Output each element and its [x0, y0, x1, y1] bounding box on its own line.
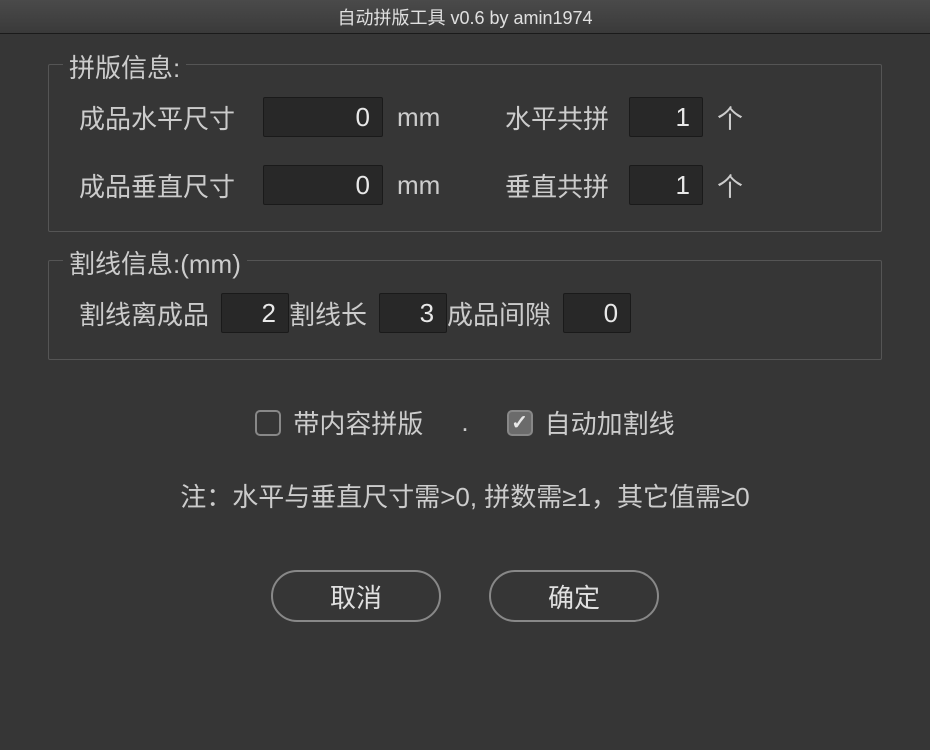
button-row: 取消 确定 — [48, 570, 882, 622]
cut-length-label: 割线长 — [289, 295, 367, 332]
dialog-content: 拼版信息: 成品水平尺寸 mm 水平共拼 个 成品垂直尺寸 mm 垂直共拼 个 … — [0, 34, 930, 662]
horizontal-size-row: 成品水平尺寸 mm 水平共拼 个 — [79, 97, 851, 137]
ok-button[interactable]: 确定 — [489, 570, 659, 622]
vertical-count-label: 垂直共拼 — [505, 167, 609, 204]
imposition-fieldset: 拼版信息: 成品水平尺寸 mm 水平共拼 个 成品垂直尺寸 mm 垂直共拼 个 — [48, 64, 882, 232]
cut-offset-label: 割线离成品 — [79, 295, 209, 332]
horizontal-size-unit: mm — [397, 102, 467, 133]
horizontal-count-label: 水平共拼 — [505, 99, 609, 136]
window-titlebar: 自动拼版工具 v0.6 by amin1974 — [0, 0, 930, 34]
cancel-button[interactable]: 取消 — [271, 570, 441, 622]
with-content-label: 带内容拼版 — [293, 404, 423, 441]
cutline-legend: 割线信息:(mm) — [63, 244, 247, 281]
vertical-count-unit: 个 — [717, 167, 743, 204]
horizontal-size-label: 成品水平尺寸 — [79, 99, 253, 136]
vertical-size-row: 成品垂直尺寸 mm 垂直共拼 个 — [79, 165, 851, 205]
auto-cutline-label: 自动加割线 — [545, 404, 675, 441]
window-title: 自动拼版工具 v0.6 by amin1974 — [337, 4, 592, 30]
cut-length-input[interactable] — [379, 293, 447, 333]
cutline-row: 割线离成品 割线长 成品间隙 — [79, 293, 851, 333]
cut-gap-label: 成品间隙 — [447, 295, 551, 332]
checkbox-row: 带内容拼版 . 自动加割线 — [48, 404, 882, 441]
imposition-legend: 拼版信息: — [63, 48, 186, 85]
horizontal-count-input[interactable] — [629, 97, 703, 137]
cut-gap-input[interactable] — [563, 293, 631, 333]
vertical-size-label: 成品垂直尺寸 — [79, 167, 253, 204]
vertical-count-input[interactable] — [629, 165, 703, 205]
with-content-checkbox-item[interactable]: 带内容拼版 — [255, 404, 423, 441]
auto-cutline-checkbox-item[interactable]: 自动加割线 — [507, 404, 675, 441]
vertical-size-unit: mm — [397, 170, 467, 201]
note-text: 注：水平与垂直尺寸需>0, 拼数需≥1，其它值需≥0 — [48, 477, 882, 514]
auto-cutline-checkbox[interactable] — [507, 410, 533, 436]
vertical-size-input[interactable] — [263, 165, 383, 205]
horizontal-count-unit: 个 — [717, 99, 743, 136]
with-content-checkbox[interactable] — [255, 410, 281, 436]
cutline-fieldset: 割线信息:(mm) 割线离成品 割线长 成品间隙 — [48, 260, 882, 360]
cut-offset-input[interactable] — [221, 293, 289, 333]
checkbox-separator: . — [461, 407, 468, 438]
horizontal-size-input[interactable] — [263, 97, 383, 137]
